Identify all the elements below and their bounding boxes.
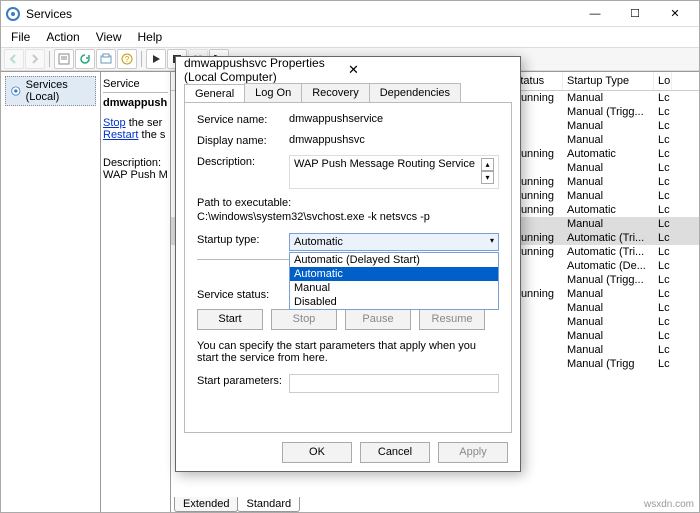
startup-type-select[interactable]: Automatic ▾ bbox=[289, 233, 499, 251]
description-box: WAP Push Message Routing Service ▴ ▾ bbox=[289, 155, 499, 189]
window-title: Services bbox=[26, 7, 575, 21]
menu-action[interactable]: Action bbox=[38, 28, 87, 46]
refresh-icon bbox=[79, 53, 91, 65]
cancel-button[interactable]: Cancel bbox=[360, 442, 430, 463]
tree-services-label: Services (Local) bbox=[26, 79, 91, 103]
option-manual[interactable]: Manual bbox=[290, 281, 498, 295]
service-name-value: dmwappushservice bbox=[289, 113, 499, 125]
option-delayed[interactable]: Automatic (Delayed Start) bbox=[290, 253, 498, 267]
services-icon bbox=[5, 6, 21, 22]
startup-type-dropdown: Automatic (Delayed Start) Automatic Manu… bbox=[289, 252, 499, 310]
bottom-tabs: Extended Standard bbox=[174, 497, 299, 512]
stop-link[interactable]: Stop bbox=[103, 117, 126, 129]
tool-refresh[interactable] bbox=[75, 49, 95, 69]
start-button[interactable]: Start bbox=[197, 309, 263, 330]
menu-view[interactable]: View bbox=[88, 28, 130, 46]
close-button[interactable]: ✕ bbox=[655, 2, 695, 26]
menu-help[interactable]: Help bbox=[130, 28, 171, 46]
ok-button[interactable]: OK bbox=[282, 442, 352, 463]
svg-text:?: ? bbox=[125, 55, 130, 64]
details-service-name: dmwappush bbox=[103, 97, 168, 109]
arrow-right-icon bbox=[30, 54, 40, 64]
desc-scroll-down[interactable]: ▾ bbox=[481, 171, 494, 184]
description-text: WAP Push Message Routing Service bbox=[294, 158, 475, 170]
restart-link[interactable]: Restart bbox=[103, 129, 138, 141]
gear-icon bbox=[10, 84, 22, 98]
restart-text: the s bbox=[138, 129, 165, 141]
titlebar: Services — ☐ ✕ bbox=[1, 1, 699, 27]
tab-logon[interactable]: Log On bbox=[244, 83, 302, 102]
tool-export[interactable] bbox=[96, 49, 116, 69]
col-logon[interactable]: Lo bbox=[654, 72, 672, 90]
stop-button: Stop bbox=[271, 309, 337, 330]
maximize-button[interactable]: ☐ bbox=[615, 2, 655, 26]
apply-button: Apply bbox=[438, 442, 508, 463]
tool-back bbox=[4, 49, 24, 69]
dialog-close-button[interactable]: ✕ bbox=[342, 62, 512, 78]
tool-help[interactable]: ? bbox=[117, 49, 137, 69]
menu-file[interactable]: File bbox=[3, 28, 38, 46]
dialog-body: Service name: dmwappushservice Display n… bbox=[184, 102, 512, 433]
service-name-label: Service name: bbox=[197, 113, 289, 126]
dialog-tabs: General Log On Recovery Dependencies bbox=[184, 83, 512, 102]
help-icon: ? bbox=[121, 53, 133, 65]
dialog-titlebar: dmwappushsvc Properties (Local Computer)… bbox=[176, 57, 520, 83]
details-pane: Service dmwappush Stop the ser Restart t… bbox=[101, 72, 171, 512]
start-hint: You can specify the start parameters tha… bbox=[197, 340, 499, 364]
tab-dependencies[interactable]: Dependencies bbox=[369, 83, 461, 102]
watermark: wsxdn.com bbox=[644, 499, 694, 510]
path-value: C:\windows\system32\svchost.exe -k netsv… bbox=[197, 211, 499, 223]
col-startup-type[interactable]: Startup Type bbox=[563, 72, 654, 90]
desc-value: WAP Push M bbox=[103, 169, 168, 181]
properties-dialog: dmwappushsvc Properties (Local Computer)… bbox=[175, 56, 521, 472]
startup-type-label: Startup type: bbox=[197, 233, 289, 246]
pause-button: Pause bbox=[345, 309, 411, 330]
tab-extended[interactable]: Extended bbox=[174, 497, 238, 512]
menubar: File Action View Help bbox=[1, 27, 699, 47]
tool-properties[interactable] bbox=[54, 49, 74, 69]
desc-scroll-up[interactable]: ▴ bbox=[481, 158, 494, 171]
desc-label: Description: bbox=[103, 157, 168, 169]
tab-general[interactable]: General bbox=[184, 84, 245, 103]
details-header: Service bbox=[103, 78, 168, 93]
tab-recovery[interactable]: Recovery bbox=[301, 83, 369, 102]
chevron-down-icon: ▾ bbox=[490, 236, 494, 248]
start-params-input[interactable] bbox=[289, 374, 499, 393]
description-label: Description: bbox=[197, 155, 289, 168]
tree-services-local[interactable]: Services (Local) bbox=[5, 76, 96, 106]
tool-forward bbox=[25, 49, 45, 69]
dialog-footer: OK Cancel Apply bbox=[176, 433, 520, 471]
resume-button: Resume bbox=[419, 309, 485, 330]
start-params-label: Start parameters: bbox=[197, 374, 289, 387]
stop-text: the ser bbox=[126, 117, 163, 129]
display-name-label: Display name: bbox=[197, 134, 289, 147]
startup-type-value: Automatic bbox=[294, 236, 343, 248]
left-tree: Services (Local) bbox=[1, 72, 101, 512]
play-icon bbox=[151, 54, 161, 64]
tab-standard[interactable]: Standard bbox=[237, 497, 300, 512]
export-icon bbox=[100, 53, 112, 65]
display-name-value: dmwappushsvc bbox=[289, 134, 499, 146]
path-label: Path to executable: bbox=[197, 197, 499, 209]
minimize-button[interactable]: — bbox=[575, 2, 615, 26]
option-disabled[interactable]: Disabled bbox=[290, 295, 498, 309]
sheet-icon bbox=[58, 53, 70, 65]
dialog-title: dmwappushsvc Properties (Local Computer) bbox=[184, 56, 342, 84]
arrow-left-icon bbox=[9, 54, 19, 64]
tool-play[interactable] bbox=[146, 49, 166, 69]
option-automatic[interactable]: Automatic bbox=[290, 267, 498, 281]
service-status-label: Service status: bbox=[197, 288, 289, 301]
